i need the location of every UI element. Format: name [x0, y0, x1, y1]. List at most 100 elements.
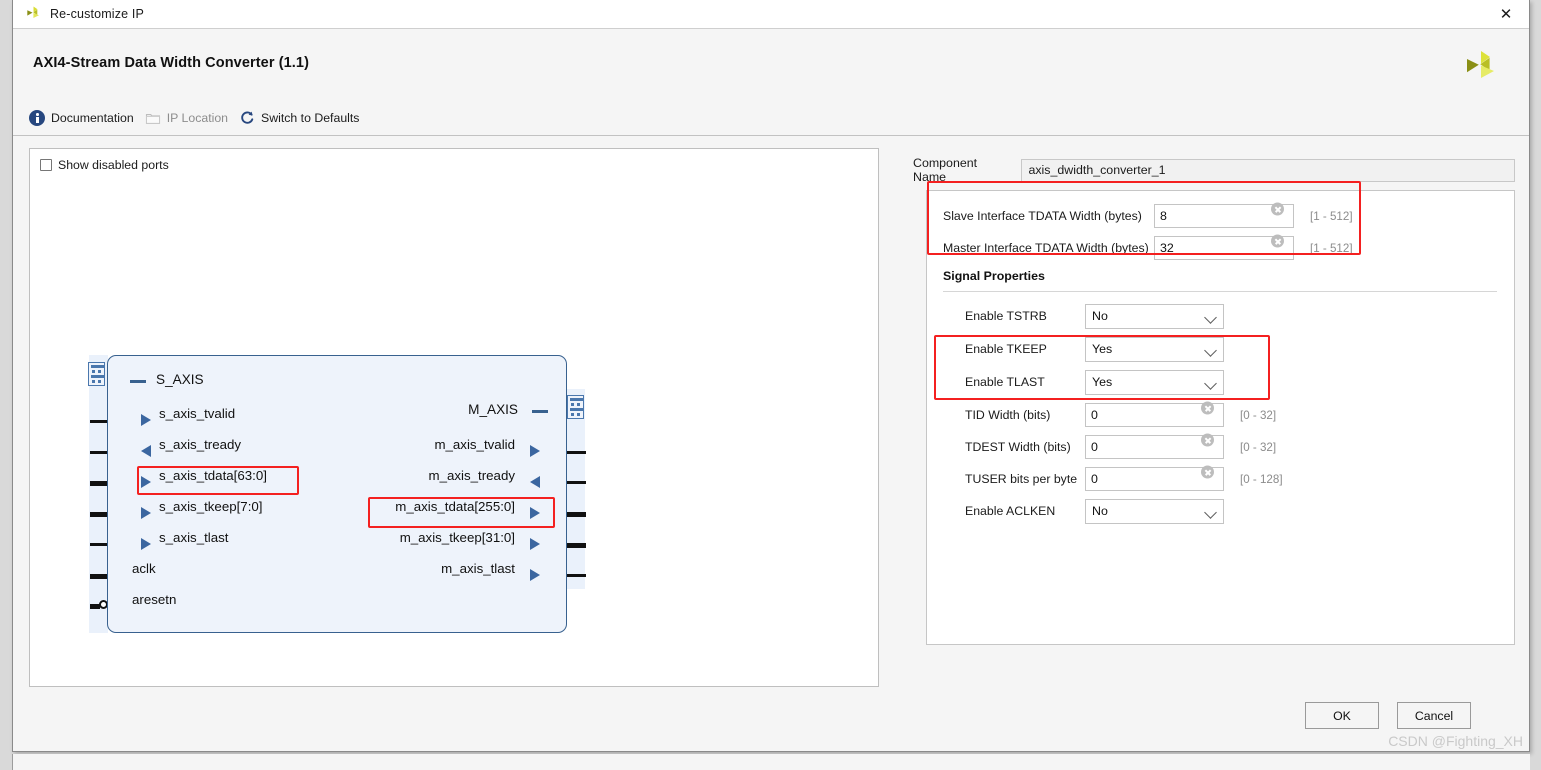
master-tdata-width-range: [1 - 512] — [1310, 241, 1353, 255]
show-disabled-ports-checkbox[interactable]: Show disabled ports — [40, 158, 169, 172]
ip-location-button[interactable]: IP Location — [143, 107, 237, 129]
s-axis-interface-connector-icon — [88, 362, 105, 386]
tdest-width-range: [0 - 32] — [1240, 440, 1277, 454]
documentation-button[interactable]: Documentation — [27, 107, 143, 129]
port-stub — [567, 543, 586, 548]
clear-icon[interactable] — [1271, 202, 1284, 216]
page-title: AXI4-Stream Data Width Converter (1.1) — [33, 55, 310, 71]
watermark-text: CSDN @Fighting_XH — [1388, 733, 1523, 749]
component-name-row: Component Name axis_dwidth_converter_1 — [913, 156, 1515, 184]
enable-tstrb-row: Enable TSTRB No — [927, 303, 1514, 329]
direction-arrow-out-icon — [530, 507, 540, 519]
chevron-down-icon — [1204, 376, 1217, 390]
enable-tstrb-select[interactable]: No — [1085, 303, 1224, 329]
right-edge-band — [566, 389, 585, 589]
ip-symbol-block: S_AXIS s_axis_tvalid s_axis_tready s_axi… — [107, 355, 567, 633]
slave-tdata-width-row: Slave Interface TDATA Width (bytes) 8 [1… — [927, 202, 1514, 229]
ip-symbol-panel: Show disabled ports S_AXIS s_axis_tvalid… — [29, 148, 879, 687]
port-label-m-axis-tlast: m_axis_tlast — [441, 561, 515, 576]
re-customize-ip-window: Re-customize IP ✕ AXI4-Stream Data Width… — [12, 0, 1530, 752]
direction-arrow-out-icon — [141, 445, 151, 457]
enable-tkeep-label: Enable TKEEP — [965, 342, 1047, 356]
clear-icon[interactable] — [1201, 433, 1214, 447]
enable-tkeep-select[interactable]: Yes — [1085, 336, 1224, 362]
enable-aclken-label: Enable ACLKEN — [965, 504, 1056, 518]
tuser-bits-per-byte-label: TUSER bits per byte — [965, 472, 1078, 486]
direction-arrow-in-icon — [530, 476, 540, 488]
chevron-down-icon — [1204, 310, 1217, 324]
refresh-icon — [239, 110, 255, 126]
master-tdata-width-label: Master Interface TDATA Width (bytes) — [943, 241, 1149, 255]
clear-icon[interactable] — [1201, 465, 1214, 479]
section-divider — [943, 291, 1497, 292]
properties-box: Slave Interface TDATA Width (bytes) 8 [1… — [926, 190, 1515, 645]
chevron-down-icon — [1204, 505, 1217, 519]
show-disabled-ports-label: Show disabled ports — [58, 158, 169, 172]
tid-width-row: TID Width (bits) 0 [0 - 32] — [927, 401, 1514, 428]
port-label-s-axis-tready: s_axis_tready — [159, 437, 242, 452]
master-tdata-width-row: Master Interface TDATA Width (bytes) 32 … — [927, 234, 1514, 261]
chevron-down-icon — [1204, 343, 1217, 357]
s-axis-collapse-icon[interactable] — [130, 380, 146, 383]
port-stub — [567, 512, 586, 517]
signal-properties-title: Signal Properties — [943, 269, 1045, 283]
enable-aclken-select[interactable]: No — [1085, 498, 1224, 524]
window-title: Re-customize IP — [50, 7, 144, 21]
tid-width-label: TID Width (bits) — [965, 408, 1051, 422]
dialog-footer: OK Cancel CSDN @Fighting_XH — [13, 701, 1529, 751]
clear-icon[interactable] — [1271, 234, 1284, 248]
background-strip — [12, 754, 1530, 770]
port-stub — [567, 574, 586, 577]
component-name-label: Component Name — [913, 156, 978, 184]
left-edge-band — [89, 355, 108, 633]
properties-panel: Component Name axis_dwidth_converter_1 S… — [913, 148, 1515, 687]
direction-arrow-in-icon — [141, 538, 151, 550]
port-stub — [567, 451, 586, 454]
direction-arrow-out-icon — [530, 569, 540, 581]
tuser-bits-per-byte-row: TUSER bits per byte 0 [0 - 128] — [927, 465, 1514, 492]
port-label-m-axis-tdata: m_axis_tdata[255:0] — [395, 499, 515, 514]
enable-aclken-row: Enable ACLKEN No — [927, 498, 1514, 524]
port-label-aclk: aclk — [132, 561, 156, 576]
info-icon — [29, 110, 45, 126]
ok-button[interactable]: OK — [1305, 702, 1379, 729]
port-stub — [567, 481, 586, 484]
tid-width-range: [0 - 32] — [1240, 408, 1277, 422]
enable-tlast-select[interactable]: Yes — [1085, 369, 1224, 395]
slave-tdata-width-label: Slave Interface TDATA Width (bytes) — [943, 209, 1142, 223]
port-label-m-axis-tkeep: m_axis_tkeep[31:0] — [399, 530, 515, 545]
slave-tdata-width-range: [1 - 512] — [1310, 209, 1353, 223]
port-label-m-axis-tready: m_axis_tready — [428, 468, 515, 483]
port-label-m-axis-tvalid: m_axis_tvalid — [434, 437, 515, 452]
direction-arrow-out-icon — [530, 538, 540, 550]
direction-arrow-in-icon — [141, 414, 151, 426]
enable-tlast-label: Enable TLAST — [965, 375, 1045, 389]
clear-icon[interactable] — [1201, 401, 1214, 415]
close-icon[interactable]: ✕ — [1483, 0, 1529, 28]
checkbox-box — [40, 159, 52, 171]
port-label-s-axis-tdata: s_axis_tdata[63:0] — [159, 468, 267, 483]
window-title-bar: Re-customize IP ✕ — [13, 0, 1529, 29]
enable-tlast-row: Enable TLAST Yes — [927, 369, 1514, 395]
enable-tkeep-row: Enable TKEEP Yes — [927, 336, 1514, 362]
documentation-label: Documentation — [51, 111, 134, 125]
port-label-aresetn: aresetn — [132, 592, 177, 607]
switch-to-defaults-label: Switch to Defaults — [261, 111, 360, 125]
folder-icon — [145, 110, 161, 126]
xilinx-brand-logo-icon — [1459, 47, 1501, 89]
direction-arrow-in-icon — [141, 507, 151, 519]
component-name-input[interactable]: axis_dwidth_converter_1 — [1021, 158, 1515, 182]
ip-header: AXI4-Stream Data Width Converter (1.1) D… — [13, 29, 1529, 136]
switch-to-defaults-button[interactable]: Switch to Defaults — [237, 107, 368, 129]
dialog-content: Show disabled ports S_AXIS s_axis_tvalid… — [13, 136, 1529, 702]
s-axis-bus-label: S_AXIS — [156, 372, 204, 387]
m-axis-bus-label: M_AXIS — [468, 402, 518, 417]
enable-tstrb-label: Enable TSTRB — [965, 309, 1047, 323]
m-axis-collapse-icon[interactable] — [532, 410, 548, 413]
tdest-width-label: TDEST Width (bits) — [965, 440, 1071, 454]
port-label-s-axis-tkeep: s_axis_tkeep[7:0] — [159, 499, 263, 514]
port-label-s-axis-tvalid: s_axis_tvalid — [159, 406, 236, 421]
ip-toolbar: Documentation IP Location Switch to Defa… — [27, 107, 368, 129]
port-label-s-axis-tlast: s_axis_tlast — [159, 530, 229, 545]
cancel-button[interactable]: Cancel — [1397, 702, 1471, 729]
